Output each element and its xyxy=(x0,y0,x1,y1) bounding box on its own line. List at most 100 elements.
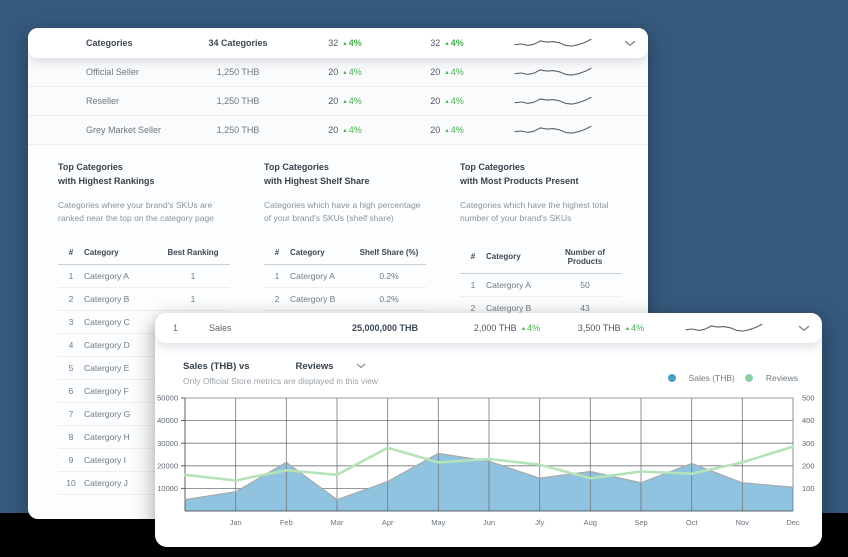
legend-item-sales[interactable]: Sales (THB) xyxy=(668,373,735,383)
month-label: Jan xyxy=(230,518,242,527)
row-metric-2: 20▲4% xyxy=(400,125,494,135)
row-category: Catergory D xyxy=(84,333,156,356)
row-value: 1 xyxy=(156,264,230,287)
left-axis-tick: 10000 xyxy=(157,484,178,493)
change-badge: ▲4% xyxy=(444,96,463,106)
month-label: Jun xyxy=(483,518,495,527)
left-axis-tick: 20000 xyxy=(157,461,178,470)
column-header: # xyxy=(460,245,486,274)
kpi-row-categories[interactable]: Categories 34 Categories 32▲4% 32▲4% xyxy=(28,28,648,58)
table-row: 2 Catergory B 1 xyxy=(58,287,230,310)
month-label: Nov xyxy=(736,518,750,527)
table-row: 1 Catergory A 50 xyxy=(460,273,622,296)
row-value: 50 xyxy=(548,273,622,296)
legend-dot-reviews-icon xyxy=(745,374,753,382)
row-value: 34 Categories xyxy=(186,38,290,48)
row-label: Official Seller xyxy=(28,67,186,77)
row-category: Catergory A xyxy=(486,273,548,296)
up-arrow-icon: ▲ xyxy=(342,99,347,105)
metric-value: 2,000 THB xyxy=(474,323,517,333)
up-arrow-icon: ▲ xyxy=(342,41,347,47)
row-category: Catergory G xyxy=(84,402,156,425)
column-header: Number of Products xyxy=(548,245,622,274)
metric-value: 20 xyxy=(328,125,338,135)
metric-dropdown[interactable]: Reviews xyxy=(296,361,366,372)
right-axis-tick: 200 xyxy=(802,461,815,470)
row-metric-1: 20▲4% xyxy=(290,125,400,135)
row-value: 25,000,000 THB xyxy=(315,323,455,333)
left-axis-tick: 30000 xyxy=(157,439,178,448)
row-category: Catergory A xyxy=(290,264,352,287)
row-rank: 1 xyxy=(264,264,290,287)
row-category: Catergory H xyxy=(84,425,156,448)
row-rank: 9 xyxy=(58,448,84,471)
metric-value: 20 xyxy=(328,67,338,77)
row-label: Categories xyxy=(28,38,186,48)
chart-subtitle: Only Official Store metrics are displaye… xyxy=(183,376,378,386)
month-label: Mar xyxy=(331,518,344,527)
row-metric-1: 20▲4% xyxy=(290,67,400,77)
row-label: Sales xyxy=(209,323,315,333)
chart-canvas: 1000020000300004000050000100200300400500… xyxy=(155,392,822,540)
up-arrow-icon: ▲ xyxy=(444,99,449,105)
chart-title-block: Sales (THB) vs Reviews Only Official Sto… xyxy=(183,361,378,386)
month-label: May xyxy=(431,518,445,527)
row-rank: 1 xyxy=(460,273,486,296)
chart-title: Sales (THB) vs xyxy=(183,361,250,372)
kpi-row-reseller[interactable]: Reseller 1,250 THB 20▲4% 20▲4% xyxy=(28,87,648,116)
legend-label: Sales (THB) xyxy=(689,373,735,383)
up-arrow-icon: ▲ xyxy=(521,326,526,332)
table-row: 1 Catergory A 1 xyxy=(58,264,230,287)
sparkline xyxy=(494,35,612,51)
up-arrow-icon: ▲ xyxy=(625,326,630,332)
row-rank: 2 xyxy=(58,287,84,310)
section-description: Categories where your brand's SKUs are r… xyxy=(58,199,230,231)
row-value: 1,250 THB xyxy=(186,96,290,106)
row-label: Reseller xyxy=(28,96,186,106)
row-metric-2: 20▲4% xyxy=(400,96,494,106)
row-category: Catergory A xyxy=(84,264,156,287)
row-metric-2: 32▲4% xyxy=(400,38,494,48)
left-axis-tick: 50000 xyxy=(157,394,178,403)
row-metric-1: 20▲4% xyxy=(290,96,400,106)
chevron-down-icon[interactable] xyxy=(612,40,648,47)
row-metric-2: 3,500 THB▲4% xyxy=(559,323,663,333)
chart-header: Sales (THB) vs Reviews Only Official Sto… xyxy=(183,361,798,386)
up-arrow-icon: ▲ xyxy=(444,128,449,134)
row-rank: 2 xyxy=(264,287,290,310)
row-metric-2: 20 ▲4% xyxy=(400,67,494,77)
row-category: Catergory C xyxy=(84,310,156,333)
month-label: Oct xyxy=(686,518,699,527)
change-badge: ▲4% xyxy=(444,67,463,77)
metric-value: 3,500 THB xyxy=(578,323,621,333)
right-axis-tick: 500 xyxy=(802,394,815,403)
legend-label: Reviews xyxy=(766,373,798,383)
month-label: Aug xyxy=(584,518,597,527)
row-metric-1: 2,000 THB▲4% xyxy=(455,323,559,333)
right-axis-tick: 100 xyxy=(802,484,815,493)
sales-kpi-row[interactable]: 1 Sales 25,000,000 THB 2,000 THB▲4% 3,50… xyxy=(155,313,822,343)
row-rank: 3 xyxy=(58,310,84,333)
chevron-down-icon xyxy=(356,361,366,372)
row-rank: 10 xyxy=(58,471,84,494)
month-label: Apr xyxy=(382,518,394,527)
up-arrow-icon: ▲ xyxy=(342,128,347,134)
kpi-row-grey-market-seller[interactable]: Grey Market Seller 1,250 THB 20▲4% 20▲4% xyxy=(28,116,648,145)
column-header: Best Ranking xyxy=(156,245,230,265)
legend-item-reviews[interactable]: Reviews xyxy=(745,373,798,383)
row-category: Catergory E xyxy=(84,356,156,379)
row-category: Catergory J xyxy=(84,471,156,494)
row-category: Catergory B xyxy=(290,287,352,310)
right-axis-tick: 400 xyxy=(802,416,815,425)
kpi-row-official-seller[interactable]: Official Seller 1,250 THB 20▲4% 20▲4% xyxy=(28,58,648,87)
metric-value: 20 xyxy=(430,67,440,77)
row-category: Catergory B xyxy=(84,287,156,310)
chevron-down-icon[interactable] xyxy=(785,325,822,332)
row-value: 1 xyxy=(156,287,230,310)
column-header: Category xyxy=(84,245,156,265)
section-description: Categories which have a high percentage … xyxy=(264,199,426,231)
row-label: Grey Market Seller xyxy=(28,125,186,135)
up-arrow-icon: ▲ xyxy=(444,41,449,47)
change-badge: ▲4% xyxy=(342,38,361,48)
sparkline xyxy=(663,320,785,336)
